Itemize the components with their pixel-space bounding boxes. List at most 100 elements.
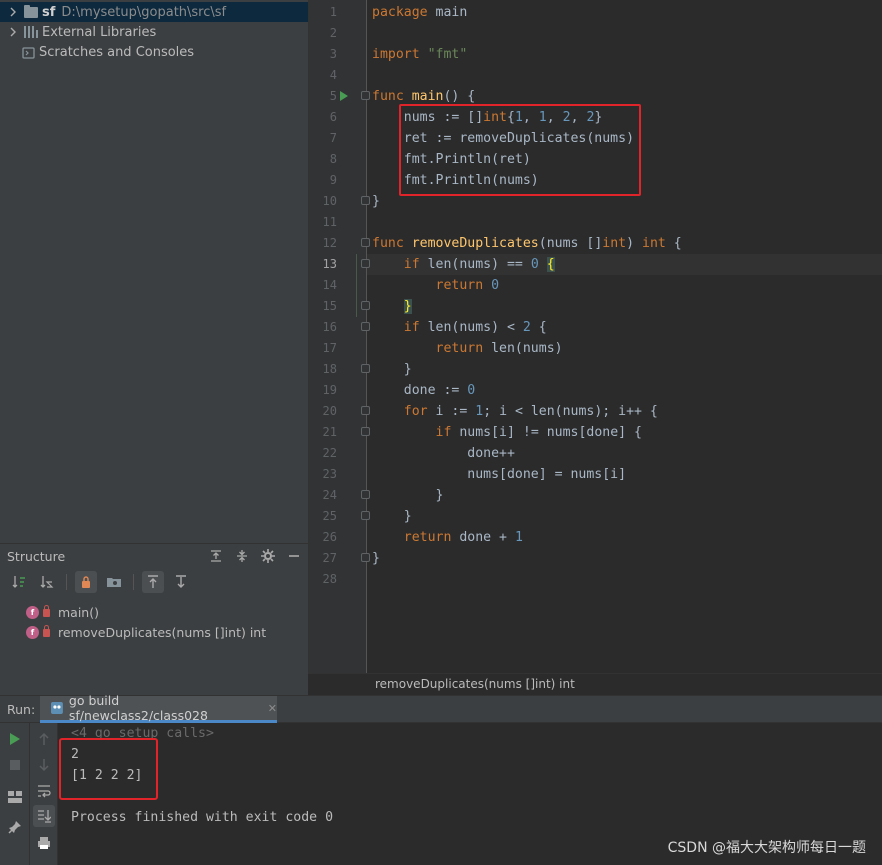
collapse-all-icon[interactable] — [234, 548, 250, 564]
arrow-down-icon[interactable] — [36, 757, 52, 773]
code-line-20: for i := 1; i < len(nums); i++ { — [403, 404, 658, 419]
run-panel: Run: go build sf/newclass2/class028 ✕ <4… — [0, 693, 882, 865]
fold-marker[interactable] — [361, 553, 370, 562]
line-number[interactable]: 16 — [309, 317, 337, 338]
line-number[interactable]: 1 — [309, 2, 337, 23]
watermark: CSDN @福大大架构师每日一题 — [667, 840, 866, 856]
line-number[interactable]: 25 — [309, 506, 337, 527]
tree-item-scratches[interactable]: Scratches and Consoles — [0, 42, 308, 62]
expand-all-icon[interactable] — [208, 548, 224, 564]
structure-item-main[interactable]: f main() — [0, 602, 308, 622]
libraries-icon — [24, 26, 38, 38]
line-number[interactable]: 26 — [309, 527, 337, 548]
fold-marker[interactable] — [361, 238, 370, 247]
fold-marker[interactable] — [361, 511, 370, 520]
autoscroll-to-source-icon[interactable] — [142, 571, 164, 593]
line-number[interactable]: 8 — [309, 149, 337, 170]
editor-breadcrumb[interactable]: removeDuplicates(nums []int) int — [308, 673, 882, 695]
breadcrumb-label[interactable]: removeDuplicates(nums []int) int — [375, 677, 575, 691]
fold-marker[interactable] — [361, 427, 370, 436]
console-line-exit: Process finished with exit code 0 — [71, 810, 334, 825]
autoscroll-from-source-icon[interactable] — [170, 571, 192, 593]
line-number[interactable]: 23 — [309, 464, 337, 485]
line-number[interactable]: 6 — [309, 107, 337, 128]
code-line-22: done++ — [372, 446, 515, 461]
line-number[interactable]: 7 — [309, 128, 337, 149]
line-number[interactable]: 22 — [309, 443, 337, 464]
line-number[interactable]: 28 — [309, 569, 337, 590]
lock-icon — [43, 605, 50, 617]
console-annotation-box — [59, 738, 158, 800]
line-number[interactable]: 15 — [309, 296, 337, 317]
close-icon[interactable]: ✕ — [268, 702, 277, 715]
scroll-to-end-icon[interactable] — [33, 805, 55, 827]
code-line-18: } — [372, 362, 412, 377]
function-icon: f — [26, 625, 39, 639]
line-number[interactable]: 9 — [309, 170, 337, 191]
code-line-13: if len(nums) == 0 { — [403, 257, 555, 272]
fold-marker[interactable] — [361, 364, 370, 373]
code-line-25: } — [372, 509, 412, 524]
line-number[interactable]: 4 — [309, 65, 337, 86]
print-icon[interactable] — [36, 835, 52, 851]
pin-icon[interactable] — [7, 819, 23, 835]
run-header: Run: go build sf/newclass2/class028 ✕ — [0, 693, 882, 723]
code-line-16: if len(nums) < 2 { — [403, 320, 547, 335]
line-number[interactable]: 24 — [309, 485, 337, 506]
function-icon: f — [26, 605, 39, 619]
project-root-row[interactable]: sf D:\mysetup\gopath\src\sf — [0, 2, 308, 22]
soft-wrap-icon[interactable] — [36, 783, 52, 799]
run-gutter-icon[interactable] — [340, 91, 348, 101]
code-line-23: nums[done] = nums[i] — [372, 467, 627, 482]
fold-marker[interactable] — [361, 322, 370, 331]
stop-icon[interactable] — [7, 757, 23, 773]
fold-marker[interactable] — [361, 406, 370, 415]
fold-marker[interactable] — [361, 91, 370, 100]
line-number[interactable]: 27 — [309, 548, 337, 569]
line-number[interactable]: 18 — [309, 359, 337, 380]
code-annotation-box — [399, 104, 641, 196]
line-number[interactable]: 13 — [309, 254, 337, 275]
lock-icon — [43, 625, 50, 637]
scratches-icon — [22, 46, 35, 59]
fold-marker[interactable] — [361, 259, 370, 268]
show-files-icon[interactable] — [103, 571, 125, 593]
line-number[interactable]: 17 — [309, 338, 337, 359]
sort-by-visibility-icon[interactable] — [8, 571, 30, 593]
line-number[interactable]: 5 — [309, 86, 337, 107]
fold-marker[interactable] — [361, 196, 370, 205]
arrow-up-icon[interactable] — [36, 731, 52, 747]
run-config-tab[interactable]: go build sf/newclass2/class028 ✕ — [40, 693, 277, 723]
code-line-14: return 0 — [435, 278, 500, 293]
minimize-icon[interactable] — [286, 548, 302, 564]
code-editor[interactable]: 1 2 3 4 5 6 7 8 9 10 11 12 13 14 15 16 17 18 19 20 21 22 23 24 2… — [308, 0, 882, 673]
chevron-right-icon[interactable] — [8, 7, 18, 17]
line-number[interactable]: 21 — [309, 422, 337, 443]
structure-item-label: removeDuplicates(nums []int) int — [58, 624, 267, 640]
code-line-15: } — [403, 299, 412, 314]
line-number[interactable]: 14 — [309, 275, 337, 296]
show-non-public-icon[interactable] — [75, 571, 97, 593]
line-number[interactable]: 10 — [309, 191, 337, 212]
code-line-26: return done + 1 — [403, 530, 523, 545]
line-number[interactable]: 12 — [309, 233, 337, 254]
tree-item-external-libraries[interactable]: External Libraries — [0, 22, 308, 42]
run-toolbar — [0, 723, 30, 865]
fold-marker[interactable] — [361, 490, 370, 499]
line-number[interactable]: 3 — [309, 44, 337, 65]
line-number[interactable]: 19 — [309, 380, 337, 401]
line-number[interactable]: 20 — [309, 401, 337, 422]
structure-title: Structure — [7, 548, 66, 564]
structure-item-removeduplicates[interactable]: f removeDuplicates(nums []int) int — [0, 622, 308, 642]
gear-icon[interactable] — [260, 548, 276, 564]
code-line-19: done := 0 — [372, 383, 476, 398]
layout-icon[interactable] — [7, 789, 23, 805]
line-number[interactable]: 11 — [309, 212, 337, 233]
vcs-change-marker — [356, 254, 357, 317]
fold-marker[interactable] — [361, 301, 370, 310]
chevron-right-icon[interactable] — [8, 27, 18, 37]
code-line-3: import "fmt" — [372, 47, 468, 62]
line-number[interactable]: 2 — [309, 23, 337, 44]
rerun-icon[interactable] — [7, 731, 23, 747]
sort-alphabetically-icon[interactable] — [36, 571, 58, 593]
